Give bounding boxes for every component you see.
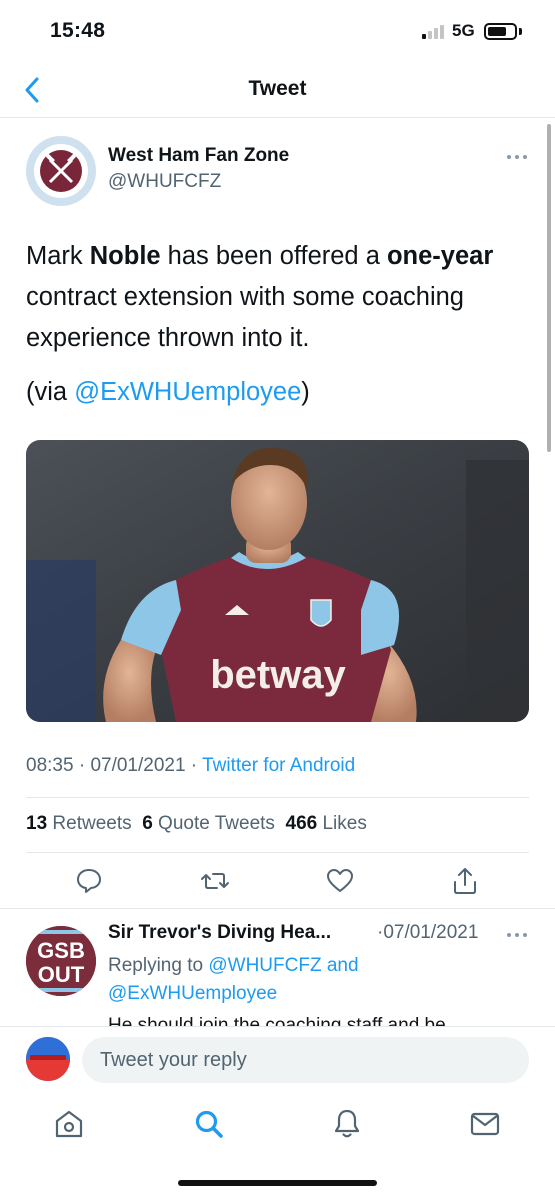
- bottom-tab-bar: [0, 1094, 555, 1200]
- search-icon: [195, 1110, 223, 1138]
- via-mention-link[interactable]: @ExWHUemployee: [74, 378, 301, 406]
- bell-icon: [334, 1109, 360, 1138]
- tweet-meta: 08:35 · 07/01/2021 · Twitter for Android: [26, 755, 356, 776]
- via-line: (via @ExWHUemployee): [26, 372, 310, 413]
- tab-messages[interactable]: [467, 1106, 503, 1142]
- tweet-text-part: has been offered a: [160, 242, 387, 270]
- ellipsis-icon: [507, 155, 527, 159]
- tweet-stats: 13 Retweets 6 Quote Tweets 466 Likes: [26, 813, 367, 835]
- replying-to: Replying to @WHUFCFZ and @ExWHUemployee: [108, 952, 508, 1008]
- reply-author-name[interactable]: Sir Trevor's Diving Hea...: [108, 922, 331, 944]
- quotes-count: 6: [142, 813, 153, 834]
- reply-text: He should join the coaching staff and be: [108, 1015, 446, 1026]
- tweet-text-part: contract extension with some coaching ex…: [26, 283, 464, 352]
- reply-input[interactable]: Tweet your reply: [82, 1037, 529, 1083]
- divider: [26, 797, 529, 798]
- share-icon: [454, 868, 476, 894]
- tweet-media-image[interactable]: betway: [26, 440, 529, 722]
- shirt-sponsor-text: betway: [210, 653, 346, 697]
- retweets-stat[interactable]: 13 Retweets: [26, 813, 132, 834]
- via-prefix: (via: [26, 378, 75, 406]
- nav-header: Tweet: [0, 62, 555, 118]
- replying-and: and: [321, 955, 359, 976]
- status-time: 15:48: [50, 19, 106, 42]
- replying-mention-link[interactable]: @ExWHUemployee: [108, 983, 277, 1004]
- tweet-text-bold: Noble: [89, 242, 161, 270]
- network-label: 5G: [452, 21, 475, 40]
- gsb-out-badge: GSB OUT: [26, 926, 96, 996]
- divider: [26, 852, 529, 853]
- tweet-time: 08:35: [26, 755, 74, 776]
- reply-more-options-button[interactable]: [502, 926, 532, 944]
- quote-tweets-stat[interactable]: 6 Quote Tweets: [142, 813, 275, 834]
- reply-avatar[interactable]: GSB OUT: [26, 926, 96, 996]
- via-suffix: ): [301, 378, 310, 406]
- likes-label: Likes: [322, 813, 367, 834]
- author-avatar[interactable]: [26, 136, 96, 206]
- mail-icon: [470, 1112, 500, 1136]
- tweet-action-bar: [0, 866, 555, 896]
- quotes-label: Quote Tweets: [158, 813, 275, 834]
- reply-compose-bar: Tweet your reply: [0, 1026, 555, 1094]
- retweet-button[interactable]: [200, 866, 230, 896]
- tab-search[interactable]: [191, 1106, 227, 1142]
- likes-count: 466: [285, 813, 318, 834]
- scrollbar[interactable]: [547, 124, 551, 452]
- tweet-text: Mark Noble has been offered a one-year c…: [26, 236, 526, 359]
- reply-button[interactable]: [74, 866, 104, 896]
- divider: [0, 908, 555, 909]
- like-button[interactable]: [325, 866, 355, 896]
- battery-icon: [484, 23, 517, 40]
- replying-prefix: Replying to: [108, 955, 209, 976]
- more-options-button[interactable]: [502, 148, 532, 166]
- home-icon: [55, 1110, 83, 1138]
- tab-home[interactable]: [51, 1106, 87, 1142]
- reply-date: ·07/01/2021: [377, 922, 479, 943]
- comment-icon: [77, 869, 101, 893]
- tab-notifications[interactable]: [329, 1106, 365, 1142]
- ellipsis-icon: [507, 933, 527, 937]
- user-avatar[interactable]: [26, 1037, 70, 1081]
- author-name[interactable]: West Ham Fan Zone: [108, 145, 289, 167]
- player-photo: betway: [26, 440, 529, 722]
- retweet-icon: [201, 873, 229, 889]
- author-handle[interactable]: @WHUFCFZ: [108, 171, 221, 193]
- replying-mention-link[interactable]: @WHUFCFZ: [208, 955, 321, 976]
- user-avatar-image: [26, 1037, 70, 1081]
- avatar-text-top: GSB: [37, 938, 85, 963]
- club-crest-icon: [28, 138, 94, 204]
- signal-icon: [422, 25, 446, 39]
- likes-stat[interactable]: 466 Likes: [286, 813, 367, 834]
- battery-cap: [519, 28, 522, 35]
- tweet-source-link[interactable]: Twitter for Android: [202, 755, 355, 776]
- retweets-count: 13: [26, 813, 48, 834]
- retweets-label: Retweets: [52, 813, 132, 834]
- avatar-text-bottom: OUT: [38, 962, 85, 987]
- share-button[interactable]: [450, 866, 480, 896]
- tweet-text-bold: one-year: [386, 242, 494, 270]
- home-indicator[interactable]: [178, 1180, 377, 1186]
- status-bar: 15:48 5G: [0, 0, 555, 62]
- tweet-date: 07/01/2021: [90, 755, 186, 776]
- page-title: Tweet: [248, 77, 307, 100]
- heart-icon: [327, 869, 353, 892]
- tweet-text-part: Mark: [26, 242, 90, 270]
